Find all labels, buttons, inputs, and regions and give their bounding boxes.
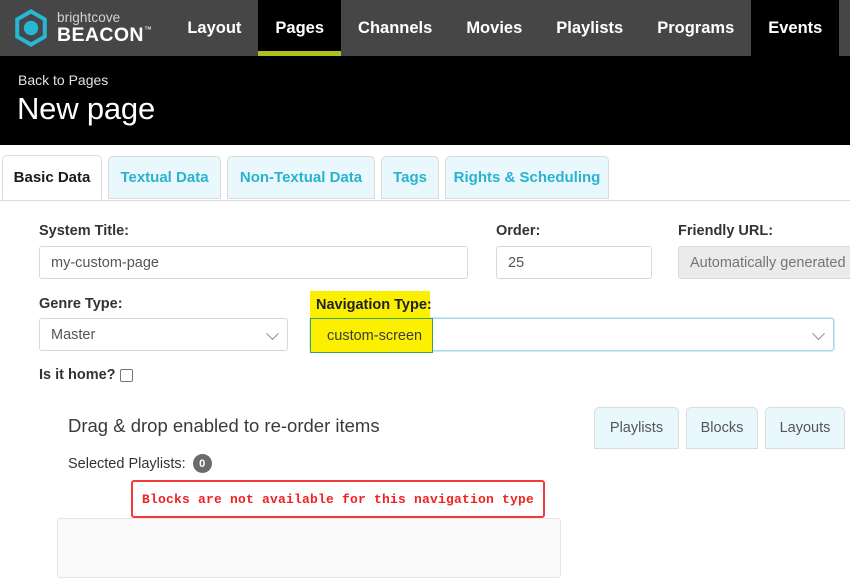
- tab-label: Rights & Scheduling: [453, 169, 601, 186]
- is-home-checkbox[interactable]: [119, 368, 133, 382]
- genre-type-value: Master: [51, 326, 96, 343]
- tab-label: Textual Data: [120, 169, 209, 186]
- drag-drop-heading: Drag & drop enabled to re-order items: [68, 415, 380, 436]
- top-navigation-bar: brightcove BEACON™ Layout Pages Channels…: [0, 0, 850, 56]
- navigation-type-label-highlight: Navigation Type:: [310, 291, 432, 318]
- friendly-url-input[interactable]: [678, 246, 850, 279]
- playlists-drop-zone[interactable]: [57, 518, 561, 578]
- genre-type-select[interactable]: Master: [39, 318, 288, 351]
- nav-item-channels[interactable]: Channels: [341, 0, 449, 56]
- chevron-down-icon: [812, 326, 825, 340]
- blocks-button[interactable]: Blocks: [686, 407, 758, 449]
- page-header: Back to Pages New page: [0, 56, 850, 145]
- trademark-symbol: ™: [143, 24, 153, 34]
- page-title: New page: [17, 91, 155, 126]
- button-label: Layouts: [779, 420, 831, 436]
- tab-basic-data[interactable]: Basic Data: [2, 155, 102, 200]
- system-title-label: System Title:: [39, 223, 129, 239]
- nav-item-label: Movies: [466, 18, 523, 37]
- tab-textual-data[interactable]: Textual Data: [108, 156, 221, 199]
- genre-type-label: Genre Type:: [39, 296, 123, 312]
- nav-item-programs[interactable]: Programs: [640, 0, 751, 56]
- selected-playlists-row: Selected Playlists: 0: [68, 454, 212, 473]
- nav-item-label: Pages: [275, 18, 325, 37]
- layouts-button[interactable]: Layouts: [765, 407, 845, 449]
- is-home-row: Is it home?: [39, 367, 133, 383]
- tab-strip: Basic Data Textual Data Non-Textual Data…: [0, 145, 850, 201]
- nav-item-playlists[interactable]: Playlists: [539, 0, 640, 56]
- nav-item-layout[interactable]: Layout: [170, 0, 258, 56]
- selected-playlists-count-badge: 0: [192, 454, 212, 473]
- tab-label: Basic Data: [13, 169, 91, 186]
- system-title-input[interactable]: [39, 246, 468, 279]
- hexagon-circle-logo-icon: [15, 9, 47, 47]
- brightcove-beacon-logo[interactable]: brightcove BEACON™: [0, 0, 170, 56]
- button-label: Blocks: [700, 420, 744, 436]
- tab-tags[interactable]: Tags: [381, 156, 439, 199]
- nav-item-advertisement[interactable]: Advertisement: [839, 0, 850, 56]
- nav-item-label: Channels: [358, 18, 433, 37]
- nav-item-label: Programs: [657, 18, 735, 37]
- navigation-type-value-highlight[interactable]: custom-screen: [310, 318, 433, 353]
- order-label: Order:: [496, 223, 541, 239]
- brand-line-2: BEACON™: [57, 23, 153, 46]
- brand-wordmark: brightcove BEACON™: [57, 11, 152, 45]
- playlists-button[interactable]: Playlists: [594, 407, 679, 449]
- error-message: Blocks are not available for this naviga…: [141, 491, 535, 507]
- tab-label: Tags: [393, 169, 427, 186]
- brand-line-1: brightcove: [57, 10, 121, 25]
- tab-rights-and-scheduling[interactable]: Rights & Scheduling: [445, 156, 609, 199]
- nav-item-movies[interactable]: Movies: [449, 0, 539, 56]
- nav-item-label: Layout: [187, 18, 242, 37]
- tab-non-textual-data[interactable]: Non-Textual Data: [227, 156, 375, 199]
- chevron-down-icon: [266, 326, 279, 340]
- order-input[interactable]: [496, 246, 652, 279]
- is-home-label: Is it home?: [39, 367, 116, 383]
- tab-label: Non-Textual Data: [239, 169, 363, 186]
- nav-item-events[interactable]: Events: [751, 0, 840, 56]
- back-to-pages-link[interactable]: Back to Pages: [18, 72, 108, 88]
- friendly-url-label: Friendly URL:: [678, 223, 774, 239]
- selected-playlists-label: Selected Playlists:: [68, 455, 186, 472]
- blocks-unavailable-error: Blocks are not available for this naviga…: [131, 480, 545, 518]
- nav-items: Layout Pages Channels Movies Playlists P…: [170, 0, 850, 56]
- nav-item-pages[interactable]: Pages: [258, 0, 342, 56]
- button-label: Playlists: [609, 420, 664, 436]
- nav-item-label: Events: [768, 18, 823, 37]
- nav-item-label: Playlists: [556, 18, 624, 37]
